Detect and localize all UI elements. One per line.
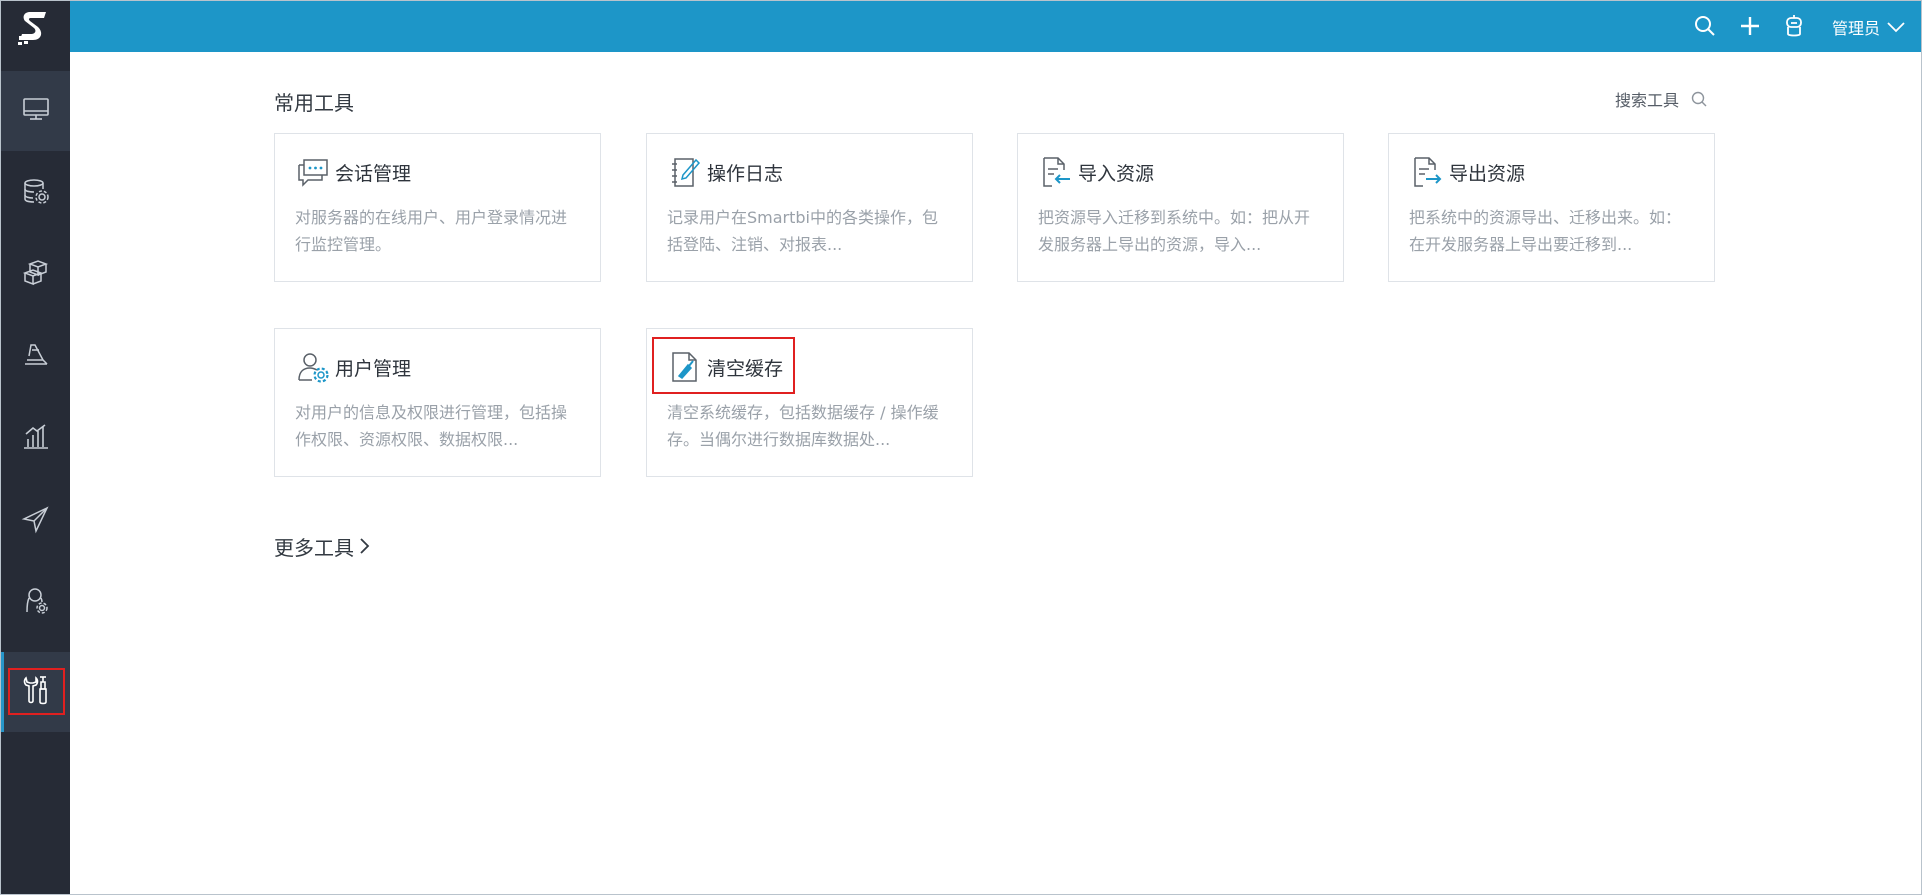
tool-card-session[interactable]: 会话管理 对服务器的在线用户、用户登录情况进 行监控管理。 <box>274 133 601 282</box>
sidebar-item-system[interactable] <box>1 563 70 643</box>
robot-icon[interactable] <box>1778 10 1810 42</box>
card-desc-line: 把系统中的资源导出、迁移出来。如： <box>1409 208 1682 227</box>
chat-icon <box>295 154 331 190</box>
search-tools-label: 搜索工具 <box>1615 91 1680 110</box>
card-desc-line: 行监控管理。 <box>295 235 392 254</box>
card-title: 清空缓存 <box>707 357 784 380</box>
card-desc-line: 作权限、资源权限、数据权限... <box>295 430 519 449</box>
broom-file-icon <box>667 349 703 385</box>
card-desc-line: 在开发服务器上导出要迁移到... <box>1409 235 1633 254</box>
card-title: 导入资源 <box>1078 162 1155 185</box>
card-header: 导入资源 <box>1038 154 1154 190</box>
card-header: 清空缓存 <box>667 349 783 385</box>
card-header: 会话管理 <box>295 154 411 190</box>
card-desc-line: 发服务器上导出的资源，导入... <box>1038 235 1262 254</box>
user-settings-icon <box>21 586 51 620</box>
card-description: 对服务器的在线用户、用户登录情况进 行监控管理。 <box>295 204 585 258</box>
more-tools-label: 更多工具 <box>274 535 354 560</box>
card-description: 对用户的信息及权限进行管理，包括操 作权限、资源权限、数据权限... <box>295 399 585 453</box>
user-gear-icon <box>295 349 331 385</box>
card-description: 记录用户在Smartbi中的各类操作，包 括登陆、注销、对报表... <box>667 204 957 258</box>
log-icon <box>667 154 703 190</box>
import-icon <box>1038 154 1074 190</box>
sidebar-item-publish[interactable] <box>1 481 70 561</box>
app-window: 管理员 常用工具 搜索工具 会话管理 对服务器的在线用户、用户登录情况进 行监控… <box>0 0 1922 895</box>
search-icon <box>1691 91 1707 107</box>
search-tools[interactable]: 搜索工具 <box>1615 87 1707 111</box>
top-bar: 管理员 <box>70 1 1921 52</box>
card-description: 把资源导入迁移到系统中。如：把从开 发服务器上导出的资源，导入... <box>1038 204 1328 258</box>
plus-icon[interactable] <box>1734 10 1766 42</box>
chevron-right-icon <box>358 536 370 556</box>
sidebar-item-data-connection[interactable] <box>1 153 70 233</box>
bar-chart-icon <box>21 422 51 456</box>
paper-plane-icon <box>21 504 51 538</box>
tool-card-import[interactable]: 导入资源 把资源导入迁移到系统中。如：把从开 发服务器上导出的资源，导入... <box>1017 133 1344 282</box>
card-description: 把系统中的资源导出、迁移出来。如： 在开发服务器上导出要迁移到... <box>1409 204 1699 258</box>
card-title: 操作日志 <box>707 162 784 185</box>
card-desc-line: 对用户的信息及权限进行管理，包括操 <box>295 403 568 422</box>
sidebar <box>1 1 70 894</box>
card-desc-line: 把资源导入迁移到系统中。如：把从开 <box>1038 208 1311 227</box>
chevron-down-icon <box>1886 20 1906 34</box>
card-title: 用户管理 <box>335 357 412 380</box>
sidebar-item-resource[interactable] <box>1 317 70 397</box>
more-tools-link[interactable]: 更多工具 <box>274 531 370 561</box>
smartbi-logo[interactable] <box>1 1 70 52</box>
search-icon[interactable] <box>1689 10 1721 42</box>
export-icon <box>1409 154 1445 190</box>
card-title: 会话管理 <box>335 162 412 185</box>
sidebar-item-report[interactable] <box>1 399 70 479</box>
document-stack-icon <box>21 340 51 374</box>
card-header: 导出资源 <box>1409 154 1525 190</box>
card-title: 导出资源 <box>1449 162 1526 185</box>
card-header: 操作日志 <box>667 154 783 190</box>
card-desc-line: 存。当偶尔进行数据库数据处... <box>667 430 891 449</box>
card-description: 清空系统缓存，包括数据缓存 / 操作缓 存。当偶尔进行数据库数据处... <box>667 399 957 453</box>
monitor-icon <box>21 94 51 128</box>
card-desc-line: 清空系统缓存，包括数据缓存 / 操作缓 <box>667 403 939 422</box>
sidebar-item-data-prep[interactable] <box>1 235 70 315</box>
tool-card-export[interactable]: 导出资源 把系统中的资源导出、迁移出来。如： 在开发服务器上导出要迁移到... <box>1388 133 1715 282</box>
cubes-icon <box>21 258 51 292</box>
user-menu[interactable]: 管理员 <box>1832 1 1906 52</box>
section-title: 常用工具 <box>274 91 354 115</box>
database-settings-icon <box>21 176 51 210</box>
card-desc-line: 对服务器的在线用户、用户登录情况进 <box>295 208 568 227</box>
card-header: 用户管理 <box>295 349 411 385</box>
card-desc-line: 记录用户在Smartbi中的各类操作，包 <box>667 208 939 227</box>
card-desc-line: 括登陆、注销、对报表... <box>667 235 843 254</box>
sidebar-item-tools[interactable] <box>1 652 70 732</box>
sidebar-item-analysis[interactable] <box>1 71 70 151</box>
tool-card-operation-log[interactable]: 操作日志 记录用户在Smartbi中的各类操作，包 括登陆、注销、对报表... <box>646 133 973 282</box>
user-name: 管理员 <box>1832 18 1881 38</box>
tools-icon <box>20 674 52 710</box>
tool-card-user-management[interactable]: 用户管理 对用户的信息及权限进行管理，包括操 作权限、资源权限、数据权限... <box>274 328 601 477</box>
tool-card-clear-cache[interactable]: 清空缓存 清空系统缓存，包括数据缓存 / 操作缓 存。当偶尔进行数据库数据处..… <box>646 328 973 477</box>
